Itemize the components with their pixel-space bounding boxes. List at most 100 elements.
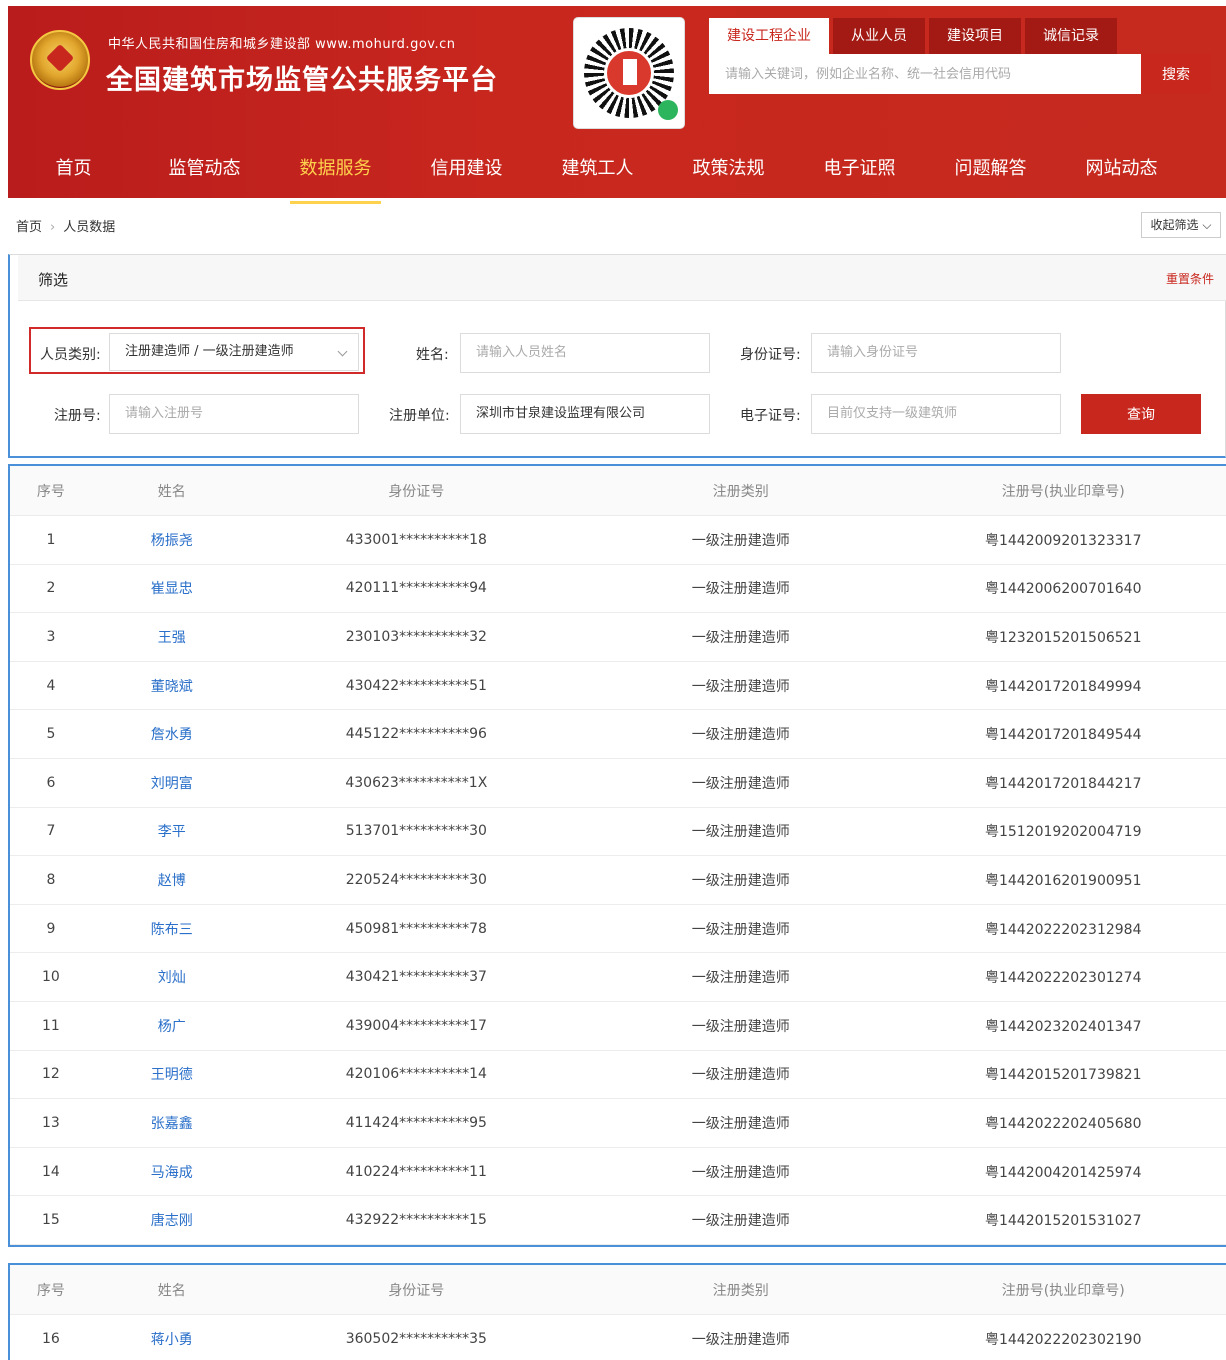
cell-reg: 粤1512019202004719 [901,821,1226,841]
row-seq: 13 [42,1114,60,1131]
row-idcard: 410224**********11 [345,1163,487,1180]
name-input[interactable]: 请输入人员姓名 [460,333,710,373]
nav-home[interactable]: 首页 [8,146,139,198]
row-reg-type: 一级注册建造师 [691,921,790,938]
collapse-filter-button[interactable]: 收起筛选 ⌵ [1141,212,1221,238]
col-reg-type: 注册类别 [712,1282,769,1299]
row-reg-type: 一级注册建造师 [691,678,790,695]
query-button[interactable]: 查询 [1081,394,1201,434]
table-header-row: 序号 姓名 身份证号 注册类别 注册号(执业印章号) [10,1265,1226,1315]
cell-id: 430421**********37 [252,969,581,985]
person-name-link[interactable]: 王明德 [151,1067,193,1083]
row-reg-type: 一级注册建造师 [691,824,790,841]
row-reg-no: 粤1442015201739821 [984,1067,1142,1084]
person-name-link[interactable]: 董晓斌 [151,679,193,695]
cell-id: 220524**********30 [252,872,581,888]
person-name-link[interactable]: 崔显忠 [151,581,193,597]
row-reg-type: 一级注册建造师 [691,727,790,744]
table-row: 12 王明德 420106**********14 一级注册建造师 粤144201520… [10,1051,1226,1100]
cell-seq: 4 [10,678,92,694]
person-name-link[interactable]: 张嘉鑫 [151,1116,193,1132]
person-name-link[interactable]: 赵博 [158,873,186,889]
nav-workers[interactable]: 建筑工人 [532,146,663,198]
search-input[interactable] [709,54,1141,94]
cell-name: 陈布三 [92,919,252,939]
nav-credit[interactable]: 信用建设 [401,146,532,198]
row-seq: 1 [46,531,56,548]
search-tab-credit[interactable]: 诚信记录 [1025,18,1117,54]
cell-reg: 粤1442022202405680 [901,1113,1226,1133]
row-reg-no: 粤1442022202405680 [984,1115,1142,1132]
cell-type: 一级注册建造师 [581,530,900,550]
reset-conditions-link[interactable]: 重置条件 [1166,270,1214,287]
person-name-link[interactable]: 刘明富 [151,776,193,792]
table-row: 8 赵博 220524**********30 一级注册建造师 粤14420162019… [10,856,1226,905]
row-seq: 14 [42,1163,60,1180]
col-reg-type: 注册类别 [712,483,769,500]
site-title: 全国建筑市场监管公共服务平台 [106,65,498,96]
table-row: 13 张嘉鑫 411424**********95 一级注册建造师 粤144202220… [10,1099,1226,1148]
person-name-link[interactable]: 王强 [158,630,186,646]
person-name-link[interactable]: 李平 [158,824,186,840]
person-name-link[interactable]: 杨振尧 [151,533,193,549]
cell-name: 杨振尧 [92,530,252,550]
nav-policy[interactable]: 政策法规 [663,146,794,198]
col-name: 姓名 [157,1282,186,1299]
col-seq: 序号 [36,1282,65,1299]
nav-site-news[interactable]: 网站动态 [1056,146,1187,198]
cell-name: 唐志刚 [92,1210,252,1230]
cell-name: 蒋小勇 [92,1329,252,1349]
cell-reg: 粤1442023202401347 [901,1016,1226,1036]
cell-seq: 8 [10,872,92,888]
category-select[interactable]: 注册建造师 / 一级注册建造师 [109,333,359,371]
table-header-row: 序号 姓名 身份证号 注册类别 注册号(执业印章号) [10,466,1226,516]
person-name-link[interactable]: 马海成 [151,1165,193,1181]
person-name-link[interactable]: 陈布三 [151,922,193,938]
cell-id: 450981**********78 [252,921,581,937]
table-row: 16 蒋小勇 360502**********35 一级注册建造师 粤144202220… [10,1315,1226,1360]
cert-input[interactable]: 目前仅支持一级建筑师 [811,394,1061,434]
cell-name: 杨广 [92,1016,252,1036]
row-idcard: 411424**********95 [345,1114,487,1131]
person-name-link[interactable]: 杨广 [158,1019,186,1035]
row-reg-no: 粤1442015201531027 [984,1213,1142,1230]
cert-label: 电子证号: [740,408,801,424]
search-tab-project[interactable]: 建设项目 [929,18,1021,54]
unit-input[interactable]: 深圳市甘泉建设监理有限公司 [460,394,710,434]
cell-id: 230103**********32 [252,629,581,645]
row-reg-no: 粤1442022202302190 [984,1331,1142,1348]
cell-reg: 粤1232015201506521 [901,627,1226,647]
nav-data-service[interactable]: 数据服务 [270,146,401,204]
search-tab-personnel[interactable]: 从业人员 [833,18,925,54]
breadcrumb-current: 人员数据 [63,220,116,235]
regno-label: 注册号: [54,408,101,424]
idcard-label: 身份证号: [740,347,801,363]
row-idcard: 220524**********30 [345,871,487,888]
cell-seq: 14 [10,1164,92,1180]
person-name-link[interactable]: 蒋小勇 [151,1332,193,1348]
cell-name: 刘明富 [92,773,252,793]
search-button[interactable]: 搜索 [1141,54,1211,94]
search-tab-enterprise[interactable]: 建设工程企业 [709,18,829,54]
cell-type: 一级注册建造师 [581,1113,900,1133]
person-name-link[interactable]: 唐志刚 [151,1213,193,1229]
row-reg-type: 一级注册建造师 [691,1018,790,1035]
nav-faq[interactable]: 问题解答 [925,146,1056,198]
table-row: 9 陈布三 450981**********78 一级注册建造师 粤1442022202… [10,905,1226,954]
idcard-input[interactable]: 请输入身份证号 [811,333,1061,373]
row-seq: 7 [46,823,56,840]
row-idcard: 439004**********17 [345,1017,487,1034]
main-nav: 首页 监管动态 数据服务 信用建设 建筑工人 政策法规 电子证照 问题解答 网站… [8,146,1226,204]
cell-seq: 12 [10,1066,92,1082]
row-idcard: 420111**********94 [345,580,487,597]
person-name-link[interactable]: 詹水勇 [151,727,193,743]
row-seq: 8 [46,871,56,888]
person-name-link[interactable]: 刘灿 [158,970,186,986]
row-reg-type: 一级注册建造师 [691,581,790,598]
breadcrumb-home[interactable]: 首页 [16,220,42,235]
nav-e-license[interactable]: 电子证照 [794,146,925,198]
row-reg-no: 粤1442022202312984 [984,921,1142,938]
nav-regulatory-news[interactable]: 监管动态 [139,146,270,198]
row-reg-no: 粤1442023202401347 [984,1018,1142,1035]
regno-input[interactable]: 请输入注册号 [109,394,359,434]
